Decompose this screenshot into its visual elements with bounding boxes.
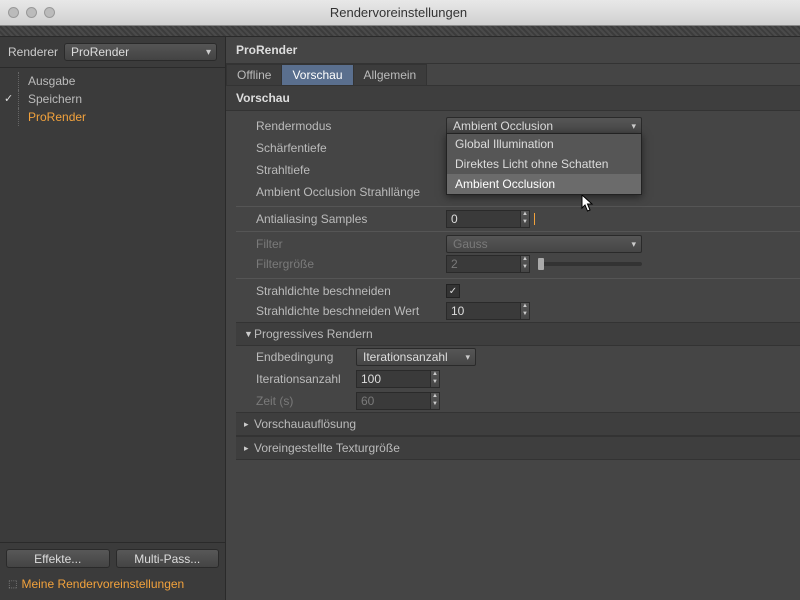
chevron-right-icon: ▸ <box>244 419 254 430</box>
dropdown-item-gi[interactable]: Global Illumination <box>447 134 641 154</box>
strahltiefe-label: Strahltiefe <box>256 163 312 177</box>
tabs: Offline Vorschau Allgemein <box>226 64 800 86</box>
filtergroesse-input[interactable] <box>446 255 520 273</box>
aa-samples-input[interactable] <box>446 210 520 228</box>
aa-samples-label: Antialiasing Samples <box>256 212 369 226</box>
tree-item-speichern[interactable]: Speichern <box>0 90 225 108</box>
filtergroesse-label: Filtergröße <box>256 257 316 271</box>
my-render-settings-link[interactable]: Meine Rendervoreinstellungen <box>6 574 219 594</box>
window-title: Rendervoreinstellungen <box>55 5 742 20</box>
filter-select[interactable]: Gauss <box>446 235 642 253</box>
tree-item-ausgabe[interactable]: Ausgabe <box>0 72 225 90</box>
renderer-label: Renderer <box>8 45 58 59</box>
sidebar: Renderer ProRender Ausgabe Speichern Pro… <box>0 37 226 600</box>
panel-title: ProRender <box>226 37 800 64</box>
strahldichte-cut-checkbox[interactable]: ✓ <box>446 284 460 298</box>
zeit-label: Zeit (s) <box>256 394 295 408</box>
zoom-window-icon[interactable] <box>44 7 55 18</box>
group-voreingestellte-tex[interactable]: ▸ Voreingestellte Texturgröße <box>236 436 800 460</box>
window-controls <box>8 7 55 18</box>
iterationsanzahl-label: Iterationsanzahl <box>256 372 343 386</box>
chevron-down-icon: ▼ <box>244 329 254 339</box>
rendermodus-label: Rendermodus <box>256 119 333 133</box>
filtergroesse-slider[interactable] <box>534 258 642 270</box>
aa-samples-spinner[interactable]: ▲▼ <box>520 210 530 228</box>
aa-samples-slider[interactable] <box>534 213 642 225</box>
rendermodus-dropdown[interactable]: Global Illumination Direktes Licht ohne … <box>446 133 642 195</box>
strahldichte-cut-wert-input[interactable] <box>446 302 520 320</box>
zeit-input <box>356 392 430 410</box>
section-title: Vorschau <box>226 86 800 111</box>
dropdown-item-direct-light[interactable]: Direktes Licht ohne Schatten <box>447 154 641 174</box>
minimize-window-icon[interactable] <box>26 7 37 18</box>
schaerfentiefe-label: Schärfentiefe <box>256 141 329 155</box>
toolbar-strip <box>0 26 800 37</box>
zeit-spinner: ▲▼ <box>430 392 440 410</box>
chevron-right-icon: ▸ <box>244 443 254 454</box>
multipass-button[interactable]: Multi-Pass... <box>116 549 220 568</box>
dropdown-item-ao[interactable]: Ambient Occlusion <box>447 174 641 194</box>
effects-button[interactable]: Effekte... <box>6 549 110 568</box>
settings-tree: Ausgabe Speichern ProRender <box>0 68 225 542</box>
endbedingung-label: Endbedingung <box>256 350 335 364</box>
iterationsanzahl-input[interactable] <box>356 370 430 388</box>
renderer-select-value: ProRender <box>71 45 129 59</box>
renderer-select[interactable]: ProRender <box>64 43 217 61</box>
settings-panel: ProRender Offline Vorschau Allgemein Vor… <box>226 37 800 600</box>
strahldichte-cut-label: Strahldichte beschneiden <box>256 284 393 298</box>
tree-item-prorender[interactable]: ProRender <box>0 108 225 126</box>
group-progressive[interactable]: ▼ Progressives Rendern <box>236 322 800 346</box>
iterationsanzahl-spinner[interactable]: ▲▼ <box>430 370 440 388</box>
endbedingung-select[interactable]: Iterationsanzahl <box>356 348 476 366</box>
tab-allgemein[interactable]: Allgemein <box>353 64 428 85</box>
filtergroesse-spinner[interactable]: ▲▼ <box>520 255 530 273</box>
group-vorschauaufloesung[interactable]: ▸ Vorschauauflösung <box>236 412 800 436</box>
close-window-icon[interactable] <box>8 7 19 18</box>
strahldichte-cut-wert-label: Strahldichte beschneiden Wert <box>256 304 421 318</box>
tab-vorschau[interactable]: Vorschau <box>281 64 353 85</box>
ao-strahllaenge-label: Ambient Occlusion Strahllänge <box>256 185 422 199</box>
titlebar: Rendervoreinstellungen <box>0 0 800 26</box>
filter-label: Filter <box>256 237 285 251</box>
tab-offline[interactable]: Offline <box>226 64 282 85</box>
strahldichte-cut-wert-spinner[interactable]: ▲▼ <box>520 302 530 320</box>
form-area: Rendermodus Ambient Occlusion Schärfenti… <box>226 111 800 464</box>
